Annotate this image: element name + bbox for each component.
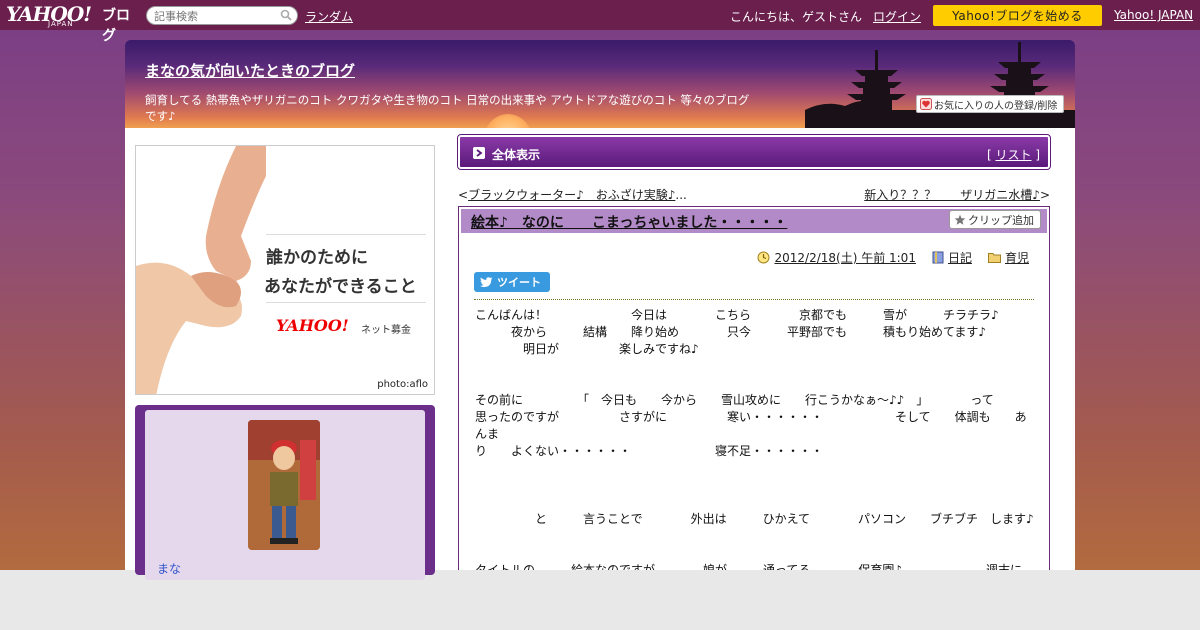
twitter-bird-icon — [480, 276, 493, 287]
star-icon — [954, 214, 966, 225]
search-input[interactable] — [154, 9, 274, 23]
all-view-bar: 全体表示 [ リスト ] — [457, 134, 1051, 170]
login-link[interactable]: ログイン — [873, 8, 921, 25]
list-view-toggle: [ リスト ] — [987, 146, 1040, 163]
next-article-link[interactable]: 新入り？？？ ザリガニ水槽♪ — [864, 188, 1040, 202]
tweet-label: ツイート — [497, 276, 541, 289]
book-icon — [932, 251, 944, 264]
article-meta: 2012/2/18(土) 午前 1:01 日記 育児 — [757, 249, 1029, 266]
blog-description: 飼育してる 熱帯魚やザリガニのコト クワガタや生き物のコト 日常の出来事や アウ… — [145, 93, 750, 123]
search-box — [146, 6, 298, 25]
article-category-parenting: 育児 — [987, 249, 1029, 266]
favorite-register-button[interactable]: お気に入りの人の登録/削除 — [916, 95, 1064, 113]
article-date-link[interactable]: 2012/2/18(土) 午前 1:01 — [774, 249, 915, 266]
prev-article-nav: <ブラックウォーター♪ おふざけ実験♪... — [458, 186, 687, 203]
random-link[interactable]: ランダム — [305, 8, 353, 25]
article-category-diary: 日記 — [932, 249, 972, 266]
list-view-link[interactable]: リスト — [995, 148, 1031, 162]
ad-headline-1: 誰かのために — [266, 248, 368, 268]
tweet-button[interactable]: ツイート — [474, 272, 550, 292]
next-bracket: > — [1039, 188, 1050, 202]
avatar-image — [248, 420, 320, 550]
yahoo-japan-link[interactable]: Yahoo! JAPAN — [1114, 8, 1193, 22]
avatar[interactable] — [248, 420, 320, 550]
profile-name[interactable]: まな — [157, 560, 181, 577]
blog-header: まなの気が向いたときのブログ 飼育してる 熱帯魚やザリガニのコト クワガタや生き… — [125, 40, 1075, 128]
ad-photo-credit: photo:aflo — [377, 379, 428, 390]
profile-box: まな — [135, 405, 435, 580]
prev-article-link[interactable]: ブラックウォーター♪ おふざけ実験♪ — [468, 188, 675, 202]
prev-bracket: < — [458, 188, 469, 202]
next-article-nav: 新入り？？？ ザリガニ水槽♪> — [864, 186, 1050, 203]
ad-logo-sub: ネット募金 — [361, 325, 411, 336]
logo-blog-text: ブログ — [102, 8, 130, 44]
ad-yahoo-logo: YAHOO! — [276, 316, 349, 335]
ad-banner[interactable]: 誰かのために あなたができること YAHOO! ネット募金 photo:aflo — [135, 145, 435, 395]
clip-add-label: クリップ追加 — [968, 213, 1034, 227]
greeting-text: こんにちは、ゲストさん — [730, 10, 863, 24]
list-bracket-close: ] — [1031, 148, 1040, 162]
article: 絵本♪ なのに こまっちゃいました・・・・・ クリップ追加 2012/2/18(… — [458, 206, 1050, 570]
pagoda-silhouette — [805, 42, 1075, 128]
yahoo-blog-logo[interactable]: YAHOO! JAPAN ブログ — [6, 2, 142, 44]
article-divider — [474, 299, 1034, 300]
all-view-title: 全体表示 — [492, 148, 541, 162]
prev-ellipsis: ... — [675, 188, 687, 202]
search-icon[interactable] — [280, 9, 292, 21]
blog-title[interactable]: まなの気が向いたときのブログ — [145, 60, 355, 81]
clip-add-button[interactable]: クリップ追加 — [949, 210, 1041, 229]
heart-icon — [920, 98, 932, 110]
ad-headline-2: あなたができること — [264, 277, 417, 297]
logo-sub-text: JAPAN — [48, 20, 74, 28]
top-navigation-bar: YAHOO! JAPAN ブログ ランダム こんにちは、ゲストさん ログイン Y… — [0, 0, 1200, 44]
start-blog-button[interactable]: Yahoo!ブログを始める — [933, 5, 1102, 26]
article-title-bar: 絵本♪ なのに こまっちゃいました・・・・・ クリップ追加 — [461, 209, 1047, 233]
category-parenting-link[interactable]: 育児 — [1005, 249, 1029, 266]
ad-divider — [266, 234, 426, 235]
article-date-item: 2012/2/18(土) 午前 1:01 — [757, 249, 916, 266]
favorite-register-label: お気に入りの人の登録/削除 — [934, 100, 1058, 112]
profile-inner: まな — [145, 410, 425, 580]
handshake-image — [136, 146, 266, 394]
article-body: こんばんは！ 今日は こちら 京都でも 雪が チラチラ♪ 夜から 結構 降り始め… — [475, 308, 1034, 570]
clock-icon — [757, 251, 770, 264]
folder-icon — [987, 253, 1001, 263]
arrow-right-icon — [473, 147, 485, 159]
article-title[interactable]: 絵本♪ なのに こまっちゃいました・・・・・ — [471, 212, 787, 232]
main-content: 誰かのために あなたができること YAHOO! ネット募金 photo:aflo — [125, 128, 1075, 580]
ad-divider — [266, 302, 426, 303]
category-diary-link[interactable]: 日記 — [948, 249, 972, 266]
